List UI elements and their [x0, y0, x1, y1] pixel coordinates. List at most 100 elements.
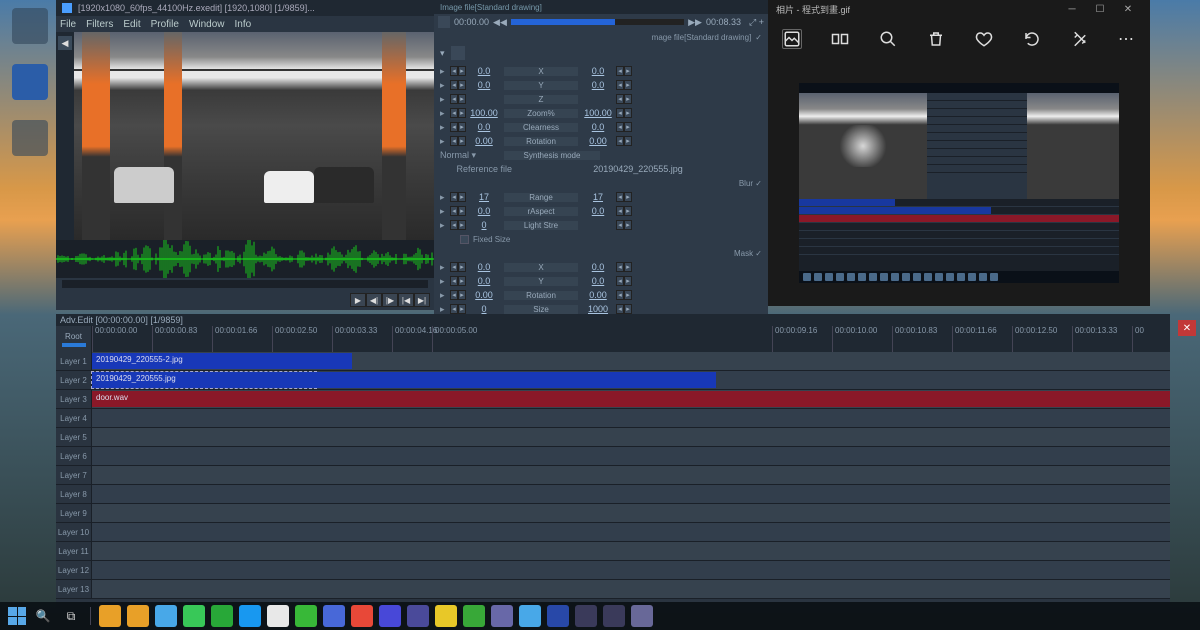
- scrub-bar[interactable]: [511, 19, 684, 25]
- layer-track[interactable]: [92, 485, 1170, 503]
- image-mode-icon[interactable]: [782, 29, 802, 49]
- task-view-icon[interactable]: ⧉: [60, 605, 82, 627]
- menu-edit[interactable]: Edit: [123, 19, 140, 30]
- timeline-root[interactable]: Root: [56, 326, 92, 352]
- inc-icon[interactable]: ▸: [458, 136, 466, 146]
- step-fwd-button[interactable]: |▶: [382, 293, 398, 307]
- dec-icon[interactable]: ◂: [450, 304, 458, 314]
- dec-icon[interactable]: ◂: [450, 80, 458, 90]
- inc-icon[interactable]: ▸: [458, 290, 466, 300]
- dec-icon[interactable]: ◂: [450, 206, 458, 216]
- photo-titlebar[interactable]: 相片 - 程式到畫.gif ─ ☐ ✕: [768, 0, 1150, 18]
- dec-icon[interactable]: ◂: [450, 290, 458, 300]
- tool-icon[interactable]: [451, 46, 465, 60]
- maximize-icon[interactable]: ☐: [1086, 0, 1114, 18]
- layer-label[interactable]: Layer 6: [56, 447, 92, 465]
- dec-icon[interactable]: ◂: [450, 276, 458, 286]
- taskbar-app-icon[interactable]: [547, 605, 569, 627]
- timeline-close-icon[interactable]: ✕: [1178, 320, 1196, 336]
- taskbar-app-icon[interactable]: [491, 605, 513, 627]
- menu-profile[interactable]: Profile: [151, 19, 179, 30]
- menu-filters[interactable]: Filters: [86, 19, 113, 30]
- layer-label[interactable]: Layer 9: [56, 504, 92, 522]
- zoom-icon[interactable]: [878, 29, 898, 49]
- start-button[interactable]: [8, 607, 26, 625]
- menu-info[interactable]: Info: [235, 19, 252, 30]
- close-icon[interactable]: ✕: [1114, 0, 1142, 18]
- layer-track[interactable]: [92, 542, 1170, 560]
- layer-track[interactable]: [92, 428, 1170, 446]
- step-back-button[interactable]: ◀|: [366, 293, 382, 307]
- layer-track[interactable]: [92, 409, 1170, 427]
- compare-icon[interactable]: [830, 29, 850, 49]
- play-button[interactable]: ▶: [350, 293, 366, 307]
- desktop-icon[interactable]: [12, 8, 48, 44]
- layer-track[interactable]: [92, 523, 1170, 541]
- photo-content[interactable]: [768, 60, 1150, 306]
- goto-start-button[interactable]: |◀: [398, 293, 414, 307]
- inc-icon[interactable]: ▸: [458, 276, 466, 286]
- taskbar-app-icon[interactable]: [267, 605, 289, 627]
- clip[interactable]: 20190429_220555.jpg: [92, 372, 316, 388]
- dec-icon[interactable]: ◂: [450, 66, 458, 76]
- taskbar-app-icon[interactable]: [127, 605, 149, 627]
- clip[interactable]: 20190429_220555-2.jpg: [92, 353, 352, 369]
- layer-track[interactable]: [92, 466, 1170, 484]
- delete-icon[interactable]: [926, 29, 946, 49]
- inc-icon[interactable]: ▸: [458, 262, 466, 272]
- layer-track[interactable]: door.wav: [92, 390, 1170, 408]
- collapse-icon[interactable]: ◀: [58, 36, 72, 50]
- search-icon[interactable]: 🔍: [32, 605, 54, 627]
- taskbar-app-icon[interactable]: [99, 605, 121, 627]
- taskbar-app-icon[interactable]: [575, 605, 597, 627]
- expand-icon[interactable]: ⤢ +: [749, 17, 764, 28]
- layer-label[interactable]: Layer 3: [56, 390, 92, 408]
- taskbar-app-icon[interactable]: [407, 605, 429, 627]
- layer-label[interactable]: Layer 7: [56, 466, 92, 484]
- layer-track[interactable]: 20190429_220555-2.jpg: [92, 352, 1170, 370]
- audio-waveform[interactable]: [56, 240, 434, 278]
- layer-label[interactable]: Layer 12: [56, 561, 92, 579]
- layer-label[interactable]: Layer 1: [56, 352, 92, 370]
- preview-scrollbar[interactable]: [56, 278, 434, 290]
- taskbar-app-icon[interactable]: [463, 605, 485, 627]
- inc-icon[interactable]: ▸: [458, 122, 466, 132]
- layer-label[interactable]: Layer 11: [56, 542, 92, 560]
- taskbar-app-icon[interactable]: [211, 605, 233, 627]
- taskbar-app-icon[interactable]: [435, 605, 457, 627]
- crop-icon[interactable]: [1070, 29, 1090, 49]
- inc-icon[interactable]: ▸: [458, 108, 466, 118]
- dec-icon[interactable]: ◂: [450, 136, 458, 146]
- layer-label[interactable]: Layer 8: [56, 485, 92, 503]
- layer-track[interactable]: [92, 561, 1170, 579]
- taskbar-app-icon[interactable]: [323, 605, 345, 627]
- desktop-icon[interactable]: [12, 120, 48, 156]
- rewind-icon[interactable]: ◀◀: [493, 17, 507, 28]
- inc-icon[interactable]: ▸: [458, 94, 466, 104]
- inc-icon[interactable]: ▸: [458, 220, 466, 230]
- layer-track[interactable]: [92, 504, 1170, 522]
- collapse-tri-icon[interactable]: ▾: [440, 48, 445, 59]
- menu-file[interactable]: File: [60, 19, 76, 30]
- clip[interactable]: [316, 372, 716, 388]
- inc-icon[interactable]: ▸: [458, 80, 466, 90]
- dec-icon[interactable]: ◂: [450, 108, 458, 118]
- dec-icon[interactable]: ◂: [450, 192, 458, 202]
- taskbar-app-icon[interactable]: [519, 605, 541, 627]
- taskbar-app-icon[interactable]: [295, 605, 317, 627]
- layer-track[interactable]: [92, 447, 1170, 465]
- props-play-icon[interactable]: [438, 16, 450, 28]
- taskbar-app-icon[interactable]: [351, 605, 373, 627]
- ffwd-icon[interactable]: ▶▶: [688, 17, 702, 28]
- inc-icon[interactable]: ▸: [458, 66, 466, 76]
- editor-titlebar[interactable]: [1920x1080_60fps_44100Hz.exedit] [1920,1…: [56, 0, 434, 16]
- inc-icon[interactable]: ▸: [458, 304, 466, 314]
- taskbar-app-icon[interactable]: [603, 605, 625, 627]
- video-preview[interactable]: [74, 32, 434, 240]
- inc-icon[interactable]: ▸: [458, 206, 466, 216]
- layer-label[interactable]: Layer 4: [56, 409, 92, 427]
- favorite-icon[interactable]: [974, 29, 994, 49]
- layer-track[interactable]: 20190429_220555.jpg: [92, 371, 1170, 389]
- taskbar-app-icon[interactable]: [379, 605, 401, 627]
- layer-label[interactable]: Layer 13: [56, 580, 92, 598]
